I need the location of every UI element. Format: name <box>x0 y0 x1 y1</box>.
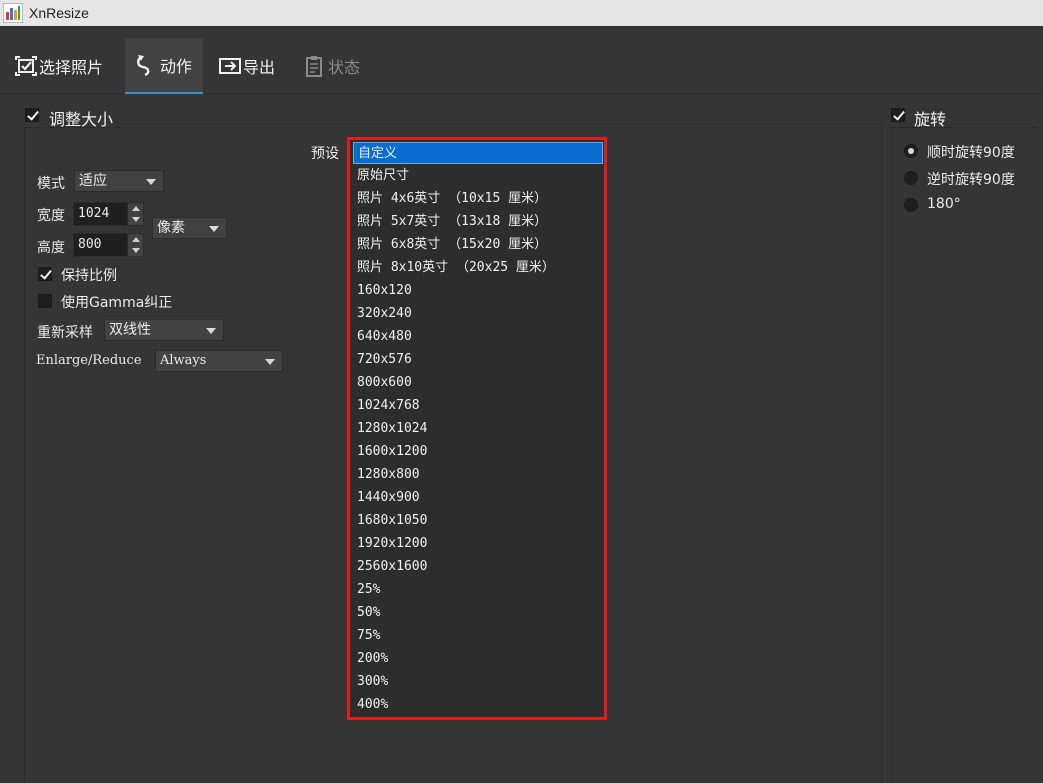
width-spinbox[interactable]: 1024 <box>73 202 144 226</box>
preset-option[interactable]: 1680x1050 <box>353 510 603 532</box>
tab-export[interactable]: 导出 <box>218 38 288 94</box>
chevron-down-icon <box>265 359 275 365</box>
spin-up-icon[interactable] <box>132 206 140 211</box>
preset-option[interactable]: 720x576 <box>353 349 603 371</box>
gamma-checkbox[interactable] <box>38 294 52 308</box>
preset-option[interactable]: 1024x768 <box>353 395 603 417</box>
action-icon <box>135 54 157 77</box>
status-icon <box>303 55 325 77</box>
xnresize-app-icon <box>2 2 24 24</box>
chevron-down-icon <box>209 226 219 232</box>
unit-select[interactable]: 像素 <box>152 217 227 239</box>
tab-status[interactable]: 状态 <box>303 38 373 94</box>
preset-option[interactable]: 自定义 <box>353 142 603 164</box>
resize-enable-checkbox[interactable] <box>25 108 39 122</box>
preset-option[interactable]: 1600x1200 <box>353 441 603 463</box>
chevron-down-icon <box>206 328 216 334</box>
preset-option[interactable]: 320x240 <box>353 303 603 325</box>
main-toolbar: 选择照片 动作 导出 状态 <box>0 26 1043 94</box>
preset-option[interactable]: 照片 5x7英寸 （13x18 厘米） <box>353 211 603 233</box>
rotate-180-radio[interactable] <box>904 198 918 212</box>
keep-ratio-checkbox[interactable] <box>38 267 52 281</box>
mode-label: 模式 <box>37 176 65 192</box>
preset-option[interactable]: 800x600 <box>353 372 603 394</box>
tab-select-photos[interactable]: 选择照片 <box>14 38 114 94</box>
preset-option[interactable]: 1280x800 <box>353 464 603 486</box>
window-title: XnResize <box>29 5 89 21</box>
preset-option[interactable]: 1440x900 <box>353 487 603 509</box>
rotate-180-label: 180° <box>927 196 961 212</box>
height-label: 高度 <box>37 240 65 256</box>
width-value: 1024 <box>78 206 110 221</box>
preset-label: 预设 <box>311 146 339 162</box>
title-bar: XnResize <box>0 0 1043 26</box>
rotate-ccw-radio[interactable] <box>904 171 918 185</box>
preset-option[interactable]: 160x120 <box>353 280 603 302</box>
tab-label: 选择照片 <box>39 58 104 77</box>
height-spinbox[interactable]: 800 <box>73 233 144 257</box>
spin-up-icon[interactable] <box>132 237 140 242</box>
select-photos-icon <box>14 55 37 77</box>
preset-option[interactable]: 1280x1024 <box>353 418 603 440</box>
unit-select-value: 像素 <box>157 220 185 236</box>
spin-down-icon[interactable] <box>132 248 140 253</box>
export-icon <box>218 55 241 77</box>
preset-option[interactable]: 50% <box>353 602 603 624</box>
tab-label: 动作 <box>160 57 193 76</box>
mode-select-value: 适应 <box>79 173 107 189</box>
enlarge-reduce-select[interactable]: Always <box>155 350 283 372</box>
keep-ratio-label: 保持比例 <box>61 268 117 284</box>
rotate-ccw-label: 逆时旋转90度 <box>927 172 1015 188</box>
gamma-label: 使用Gamma纠正 <box>61 295 173 311</box>
spin-down-icon[interactable] <box>132 217 140 222</box>
preset-option[interactable]: 原始尺寸 <box>353 165 603 187</box>
tab-label: 导出 <box>243 58 276 77</box>
preset-dropdown-list[interactable]: 自定义 原始尺寸 照片 4x6英寸 （10x15 厘米） 照片 5x7英寸 （13x1… <box>347 137 607 720</box>
preset-option[interactable]: 400% <box>353 694 603 716</box>
preset-option[interactable]: 75% <box>353 625 603 647</box>
preset-option[interactable]: 照片 8x10英寸 （20x25 厘米） <box>353 257 603 279</box>
preset-option[interactable]: 200% <box>353 648 603 670</box>
resample-select-value: 双线性 <box>109 322 151 338</box>
width-stepper[interactable] <box>127 203 143 225</box>
preset-option[interactable]: 2560x1600 <box>353 556 603 578</box>
preset-option[interactable]: 25% <box>353 579 603 601</box>
resample-select[interactable]: 双线性 <box>104 319 224 341</box>
preset-option[interactable]: 1920x1200 <box>353 533 603 555</box>
preset-option[interactable]: 照片 6x8英寸 （15x20 厘米） <box>353 234 603 256</box>
tab-label: 状态 <box>328 58 361 77</box>
rotate-enable-checkbox[interactable] <box>891 108 905 122</box>
height-stepper[interactable] <box>127 234 143 256</box>
width-label: 宽度 <box>37 208 65 224</box>
mode-select[interactable]: 适应 <box>74 170 164 192</box>
resample-label: 重新采样 <box>37 325 93 341</box>
rotate-cw-radio[interactable] <box>904 144 918 158</box>
enlarge-reduce-label: Enlarge/Reduce <box>36 353 142 368</box>
preset-option[interactable]: 照片 4x6英寸 （10x15 厘米） <box>353 188 603 210</box>
height-value: 800 <box>78 237 102 252</box>
rotate-panel <box>891 127 1037 783</box>
rotate-cw-label: 顺时旋转90度 <box>927 145 1015 161</box>
enlarge-reduce-value: Always <box>160 353 207 368</box>
chevron-down-icon <box>146 179 156 185</box>
tab-action[interactable]: 动作 <box>125 38 203 94</box>
preset-option[interactable]: 640x480 <box>353 326 603 348</box>
preset-option[interactable]: 300% <box>353 671 603 693</box>
